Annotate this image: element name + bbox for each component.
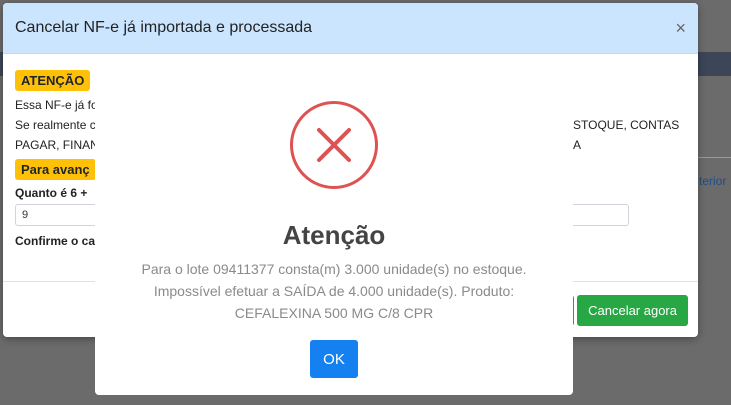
- warning-badge: ATENÇÃO: [15, 70, 91, 91]
- ok-button[interactable]: OK: [310, 340, 358, 378]
- close-icon[interactable]: ×: [675, 18, 686, 39]
- proceed-badge: Para avanç: [15, 159, 96, 180]
- alert-line-1: Para o lote 09411377 consta(m) 3.000 uni…: [141, 261, 527, 277]
- alert-line-2: Impossível efetuar a SAÍDA de 4.000 unid…: [153, 283, 515, 299]
- background-link[interactable]: terior: [699, 174, 726, 188]
- message-line-2: Se realmente c: [15, 118, 96, 132]
- modal-title: Cancelar NF-e já importada e processada: [15, 19, 313, 36]
- background-divider: [695, 157, 731, 158]
- modal-header: Cancelar NF-e já importada e processada …: [3, 3, 698, 54]
- alert-title: Atenção: [282, 220, 386, 250]
- alert-dialog: Atenção Para o lote 09411377 consta(m) 3…: [95, 82, 573, 395]
- alert-line-3: CEFALEXINA 500 MG C/8 CPR: [234, 305, 434, 321]
- cancel-now-button[interactable]: Cancelar agora: [577, 295, 688, 326]
- alert-message: Para o lote 09411377 consta(m) 3.000 uni…: [115, 258, 553, 324]
- error-x-icon: [290, 101, 378, 189]
- message-line-2-tail: STOQUE, CONTAS A: [573, 118, 680, 152]
